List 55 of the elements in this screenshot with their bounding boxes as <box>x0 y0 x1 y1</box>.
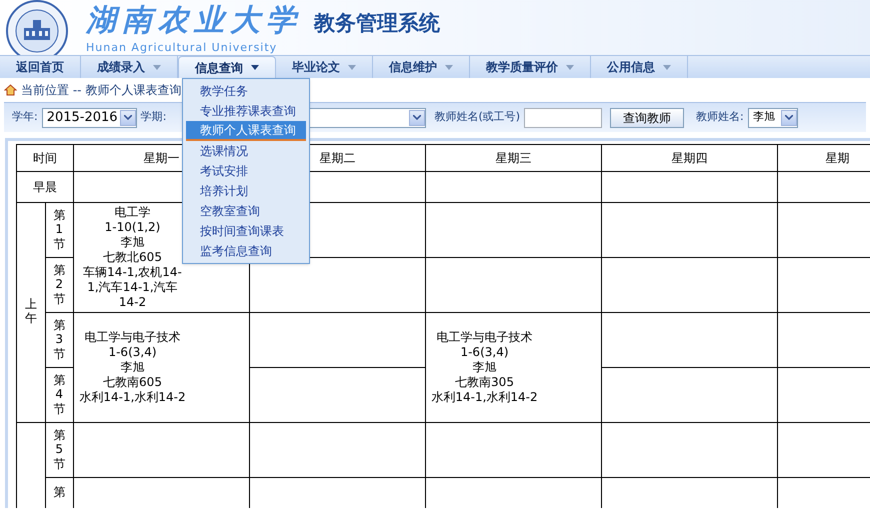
course-info: 水利14-1,水利14-2 <box>78 390 187 405</box>
teacher-label: 教师姓名: <box>696 109 744 126</box>
session-label: 上午 <box>16 202 45 422</box>
column-header: 星期 <box>778 144 870 172</box>
menu-item[interactable]: 教师个人课表查询 <box>186 121 306 141</box>
menu-item[interactable]: 空教室查询 <box>186 201 306 221</box>
course-info: 七教南605 <box>102 375 163 390</box>
column-header: 时间 <box>16 144 74 172</box>
menu-item[interactable]: 培养计划 <box>186 181 306 201</box>
course-info: 李旭 <box>120 235 146 250</box>
column-header: 星期四 <box>602 144 778 172</box>
caret-icon <box>348 64 356 70</box>
caret-icon <box>663 64 671 70</box>
course-info: 水利14-1,水利14-2 <box>430 390 539 405</box>
menu-tab[interactable]: 信息维护 <box>373 56 470 78</box>
menu-tab[interactable]: 公用信息 <box>591 56 688 78</box>
course-info: 李旭 <box>120 360 146 375</box>
home-icon <box>4 84 17 96</box>
course-info: 电工学与电子技术 <box>436 330 534 345</box>
year-select[interactable]: 2015-2016 <box>42 108 137 128</box>
breadcrumb: 当前位置 -- 教师个人课表查询 <box>21 82 182 99</box>
course-info: 1-10(1,2) <box>104 220 162 235</box>
caret-icon <box>251 65 259 70</box>
menu-tab[interactable]: 教学质量评价 <box>470 56 591 78</box>
menu-item[interactable]: 教学任务 <box>186 81 306 101</box>
menu-item[interactable]: 专业推荐课表查询 <box>186 101 306 121</box>
teacher-search-label: 教师姓名(或工号) <box>434 109 520 126</box>
course-info: 电工学与电子技术 <box>84 330 182 345</box>
course-info: 七教北605 <box>102 250 163 265</box>
university-title: 湖南农业大学 <box>86 2 302 40</box>
teacher-input[interactable] <box>524 108 602 128</box>
menu-tab[interactable]: 返回首页 <box>0 56 81 78</box>
course-info: 1-6(3,4) <box>107 345 158 360</box>
caret-icon <box>566 64 574 70</box>
period-label: 第1节 <box>45 202 74 258</box>
course-info: 电工学 <box>114 205 152 220</box>
english-title: Hunan Agricultural University <box>86 42 278 54</box>
term-label: 学期: <box>140 109 166 126</box>
period-label: 第5节 <box>45 422 74 478</box>
row-header: 早晨 <box>16 172 74 202</box>
system-title: 教务管理系统 <box>314 10 440 37</box>
caret-icon <box>153 64 161 70</box>
course-info: 七教南305 <box>454 375 515 390</box>
menu-tab[interactable]: 信息查询 <box>178 56 276 78</box>
caret-icon <box>445 64 453 70</box>
course-info: 车辆14-1,农机14-1,汽车14-1,汽车14-2 <box>82 265 183 310</box>
menu-item[interactable]: 按时间查询课表 <box>186 221 306 241</box>
period-label: 第3节 <box>45 312 74 368</box>
teacher-select[interactable]: 李旭 <box>748 108 798 128</box>
course-info: 1-6(3,4) <box>459 345 510 360</box>
search-teacher-button[interactable]: 查询教师 <box>610 108 684 128</box>
menu-item[interactable]: 监考信息查询 <box>186 241 306 261</box>
year-label: 学年: <box>12 109 38 126</box>
column-header: 星期三 <box>426 144 602 172</box>
course-info: 李旭 <box>472 360 498 375</box>
